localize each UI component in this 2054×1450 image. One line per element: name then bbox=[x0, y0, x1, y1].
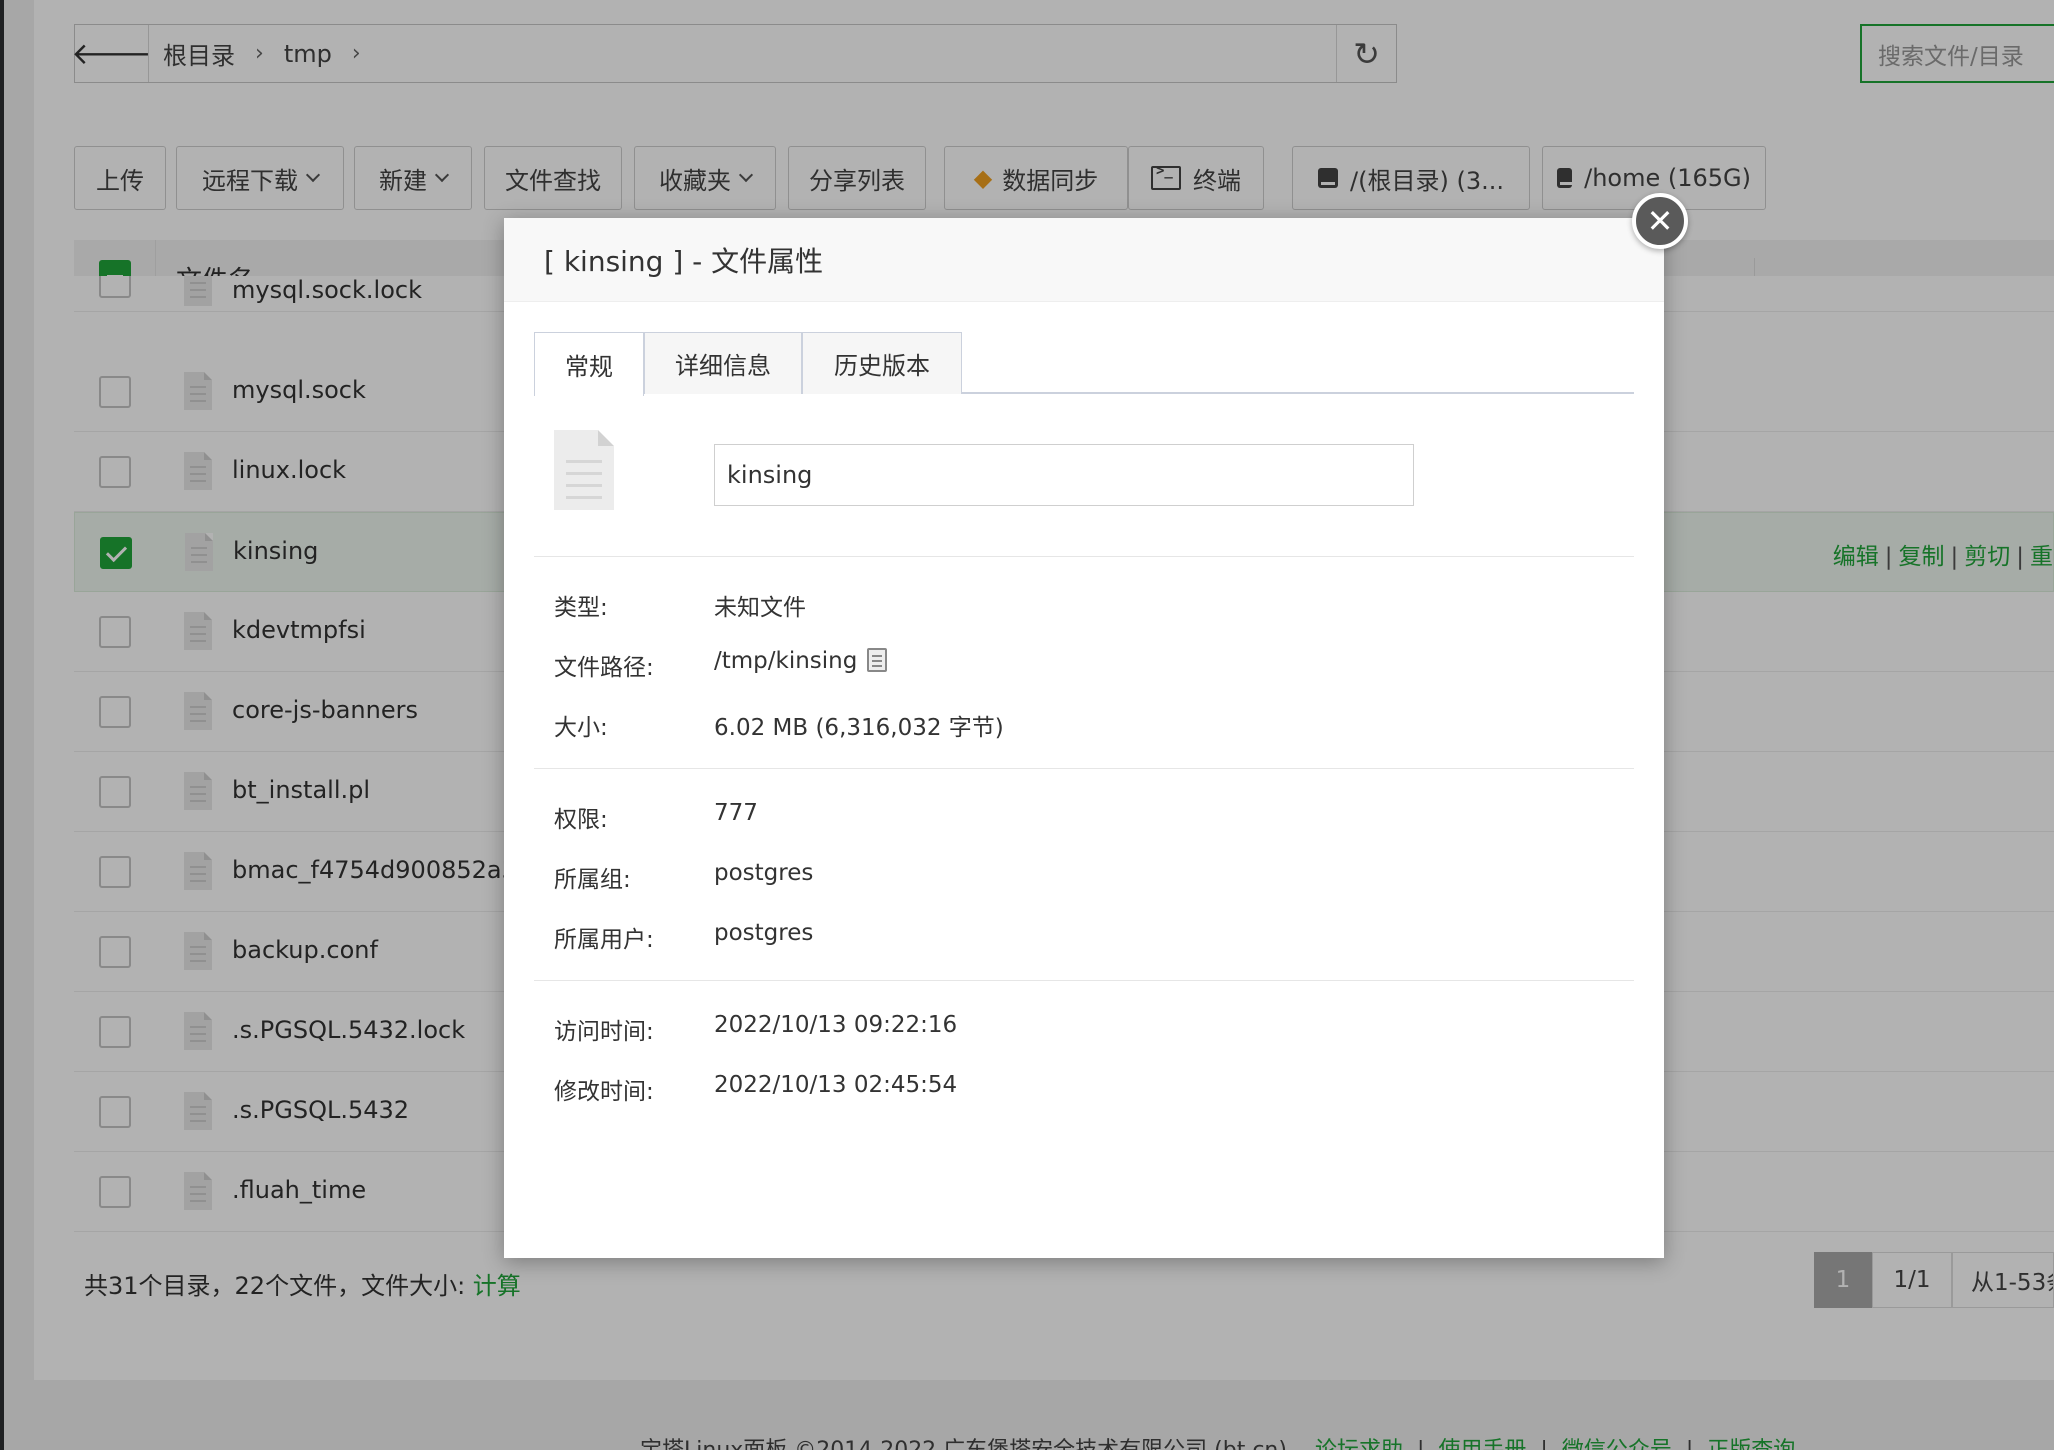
owner-label: 所属用户: bbox=[554, 927, 654, 953]
divider bbox=[534, 768, 1634, 769]
copy-icon[interactable] bbox=[867, 648, 888, 672]
tab-details-label: 详细信息 bbox=[675, 352, 771, 380]
path-label: 文件路径: bbox=[554, 655, 654, 681]
owner-value: postgres bbox=[714, 920, 814, 946]
file-properties-dialog: [ kinsing ] - 文件属性 常规 详细信息 历史版本 类型: 未知文件… bbox=[504, 218, 1664, 1258]
close-icon: ✕ bbox=[1646, 202, 1674, 240]
size-label: 大小: bbox=[554, 715, 608, 741]
tab-history[interactable]: 历史版本 bbox=[802, 332, 962, 394]
close-button[interactable]: ✕ bbox=[1632, 193, 1688, 249]
path-row: /tmp/kinsing bbox=[714, 648, 888, 674]
tab-details[interactable]: 详细信息 bbox=[644, 332, 802, 394]
tab-history-label: 历史版本 bbox=[834, 352, 930, 380]
dialog-title: [ kinsing ] - 文件属性 bbox=[544, 244, 824, 278]
divider bbox=[534, 980, 1634, 981]
access-time-value: 2022/10/13 09:22:16 bbox=[714, 1012, 958, 1038]
group-label: 所属组: bbox=[554, 867, 631, 893]
size-value: 6.02 MB (6,316,032 字节) bbox=[714, 715, 1004, 741]
file-icon bbox=[554, 430, 614, 510]
dialog-header: [ kinsing ] - 文件属性 bbox=[504, 218, 1664, 302]
type-value: 未知文件 bbox=[714, 595, 806, 621]
tab-general[interactable]: 常规 bbox=[534, 332, 644, 396]
divider bbox=[534, 556, 1634, 557]
filename-input[interactable] bbox=[714, 444, 1414, 506]
modify-time-value: 2022/10/13 02:45:54 bbox=[714, 1072, 958, 1098]
tab-general-label: 常规 bbox=[565, 353, 613, 381]
dialog-tabs: 常规 详细信息 历史版本 bbox=[534, 332, 1634, 396]
type-label: 类型: bbox=[554, 595, 608, 621]
access-time-label: 访问时间: bbox=[554, 1019, 654, 1045]
permission-value: 777 bbox=[714, 800, 758, 826]
permission-label: 权限: bbox=[554, 807, 608, 833]
modify-time-label: 修改时间: bbox=[554, 1079, 654, 1105]
path-value: /tmp/kinsing bbox=[714, 648, 858, 674]
group-value: postgres bbox=[714, 860, 814, 886]
